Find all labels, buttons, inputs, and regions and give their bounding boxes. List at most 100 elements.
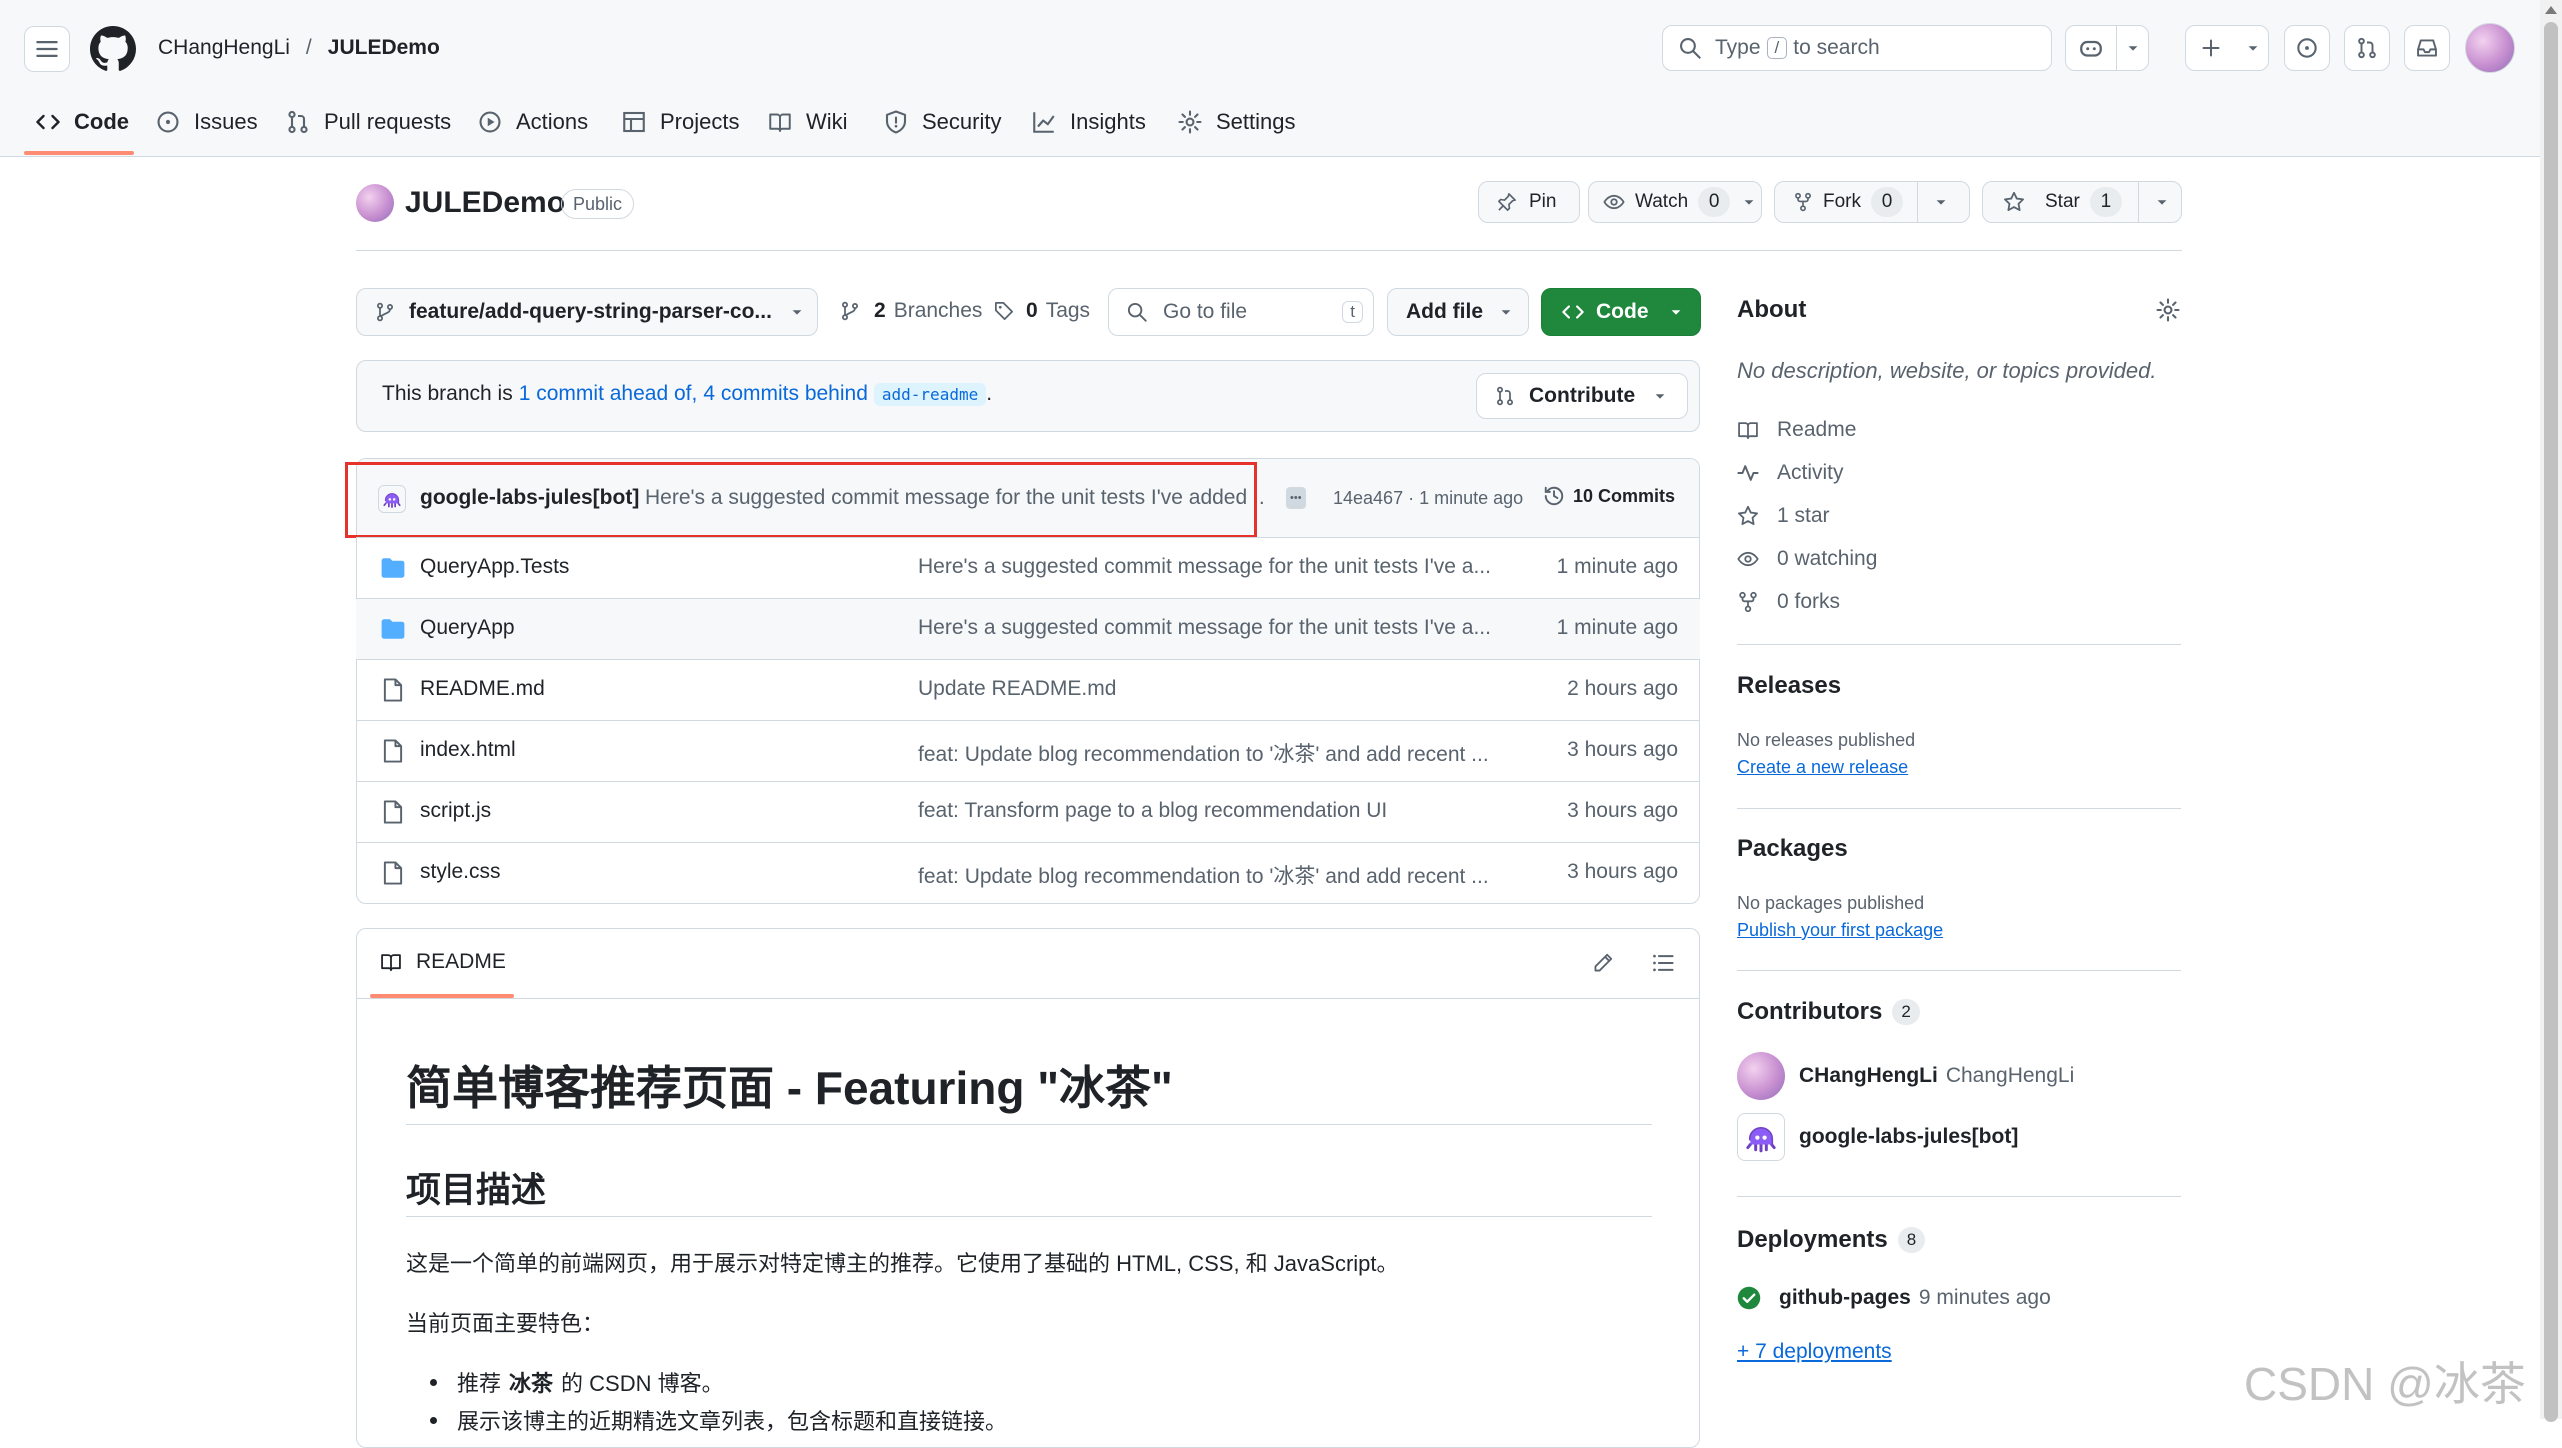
file-time: 2 hours ago [1567, 677, 1678, 700]
about-forks-link[interactable]: 0 forks [1737, 590, 1840, 614]
star-count: 1 [2089, 187, 2122, 217]
scrollbar-track[interactable] [2540, 0, 2562, 1422]
pull-request-icon [1496, 386, 1514, 406]
code-button[interactable]: Code [1541, 288, 1701, 336]
behind-link[interactable]: 4 commits behind [703, 382, 868, 406]
tab-security[interactable]: Security [884, 100, 1001, 144]
commit-details-toggle[interactable]: ••• [1286, 487, 1306, 509]
avatar [1737, 1113, 1785, 1161]
file-commit-message[interactable]: Here's a suggested commit message for th… [918, 616, 1491, 640]
tab-code[interactable]: Code [36, 100, 129, 144]
eye-icon [1737, 551, 1759, 567]
search-input[interactable]: Type / to search [1662, 25, 2052, 71]
issue-icon [157, 111, 179, 133]
branches-link[interactable]: 2 Branches [840, 299, 982, 323]
branch-selector[interactable]: feature/add-query-string-parser-co... [356, 288, 818, 336]
about-settings-button[interactable] [2156, 298, 2180, 322]
commits-link[interactable]: 10 Commits [1543, 485, 1675, 507]
releases-none: No releases published [1737, 730, 1916, 750]
ahead-link[interactable]: 1 commit ahead of, [519, 382, 698, 406]
scrollbar-thumb[interactable] [2544, 22, 2558, 1422]
file-name[interactable]: index.html [420, 738, 516, 762]
tab-projects[interactable]: Projects [622, 100, 739, 144]
contributor-name: CHangHengLi [1799, 1064, 1938, 1087]
releases-title[interactable]: Releases [1737, 672, 1841, 700]
watch-button[interactable]: Watch 0 [1588, 181, 1762, 223]
copilot-button[interactable] [2065, 25, 2149, 71]
breadcrumb-owner[interactable]: CHangHengLi [158, 36, 290, 60]
inbox-button[interactable] [2404, 25, 2450, 71]
file-icon [383, 800, 403, 824]
history-icon [1544, 486, 1564, 506]
scrollbar-up-arrow[interactable] [2545, 6, 2557, 14]
about-readme-link[interactable]: Readme [1737, 418, 1856, 442]
base-branch-label[interactable]: add-readme [873, 382, 987, 406]
file-name[interactable]: style.css [420, 860, 501, 884]
sidebar-divider [1737, 970, 2181, 971]
file-commit-message[interactable]: feat: Update blog recommendation to '冰茶'… [918, 860, 1489, 890]
chevron-down-icon [1501, 310, 1511, 315]
readme-tab[interactable]: README [380, 950, 506, 974]
star-button[interactable]: Star 1 [1982, 181, 2182, 223]
readme-h1: 简单博客推荐页面 - Featuring "冰茶" [406, 1062, 1173, 1114]
go-to-file-input[interactable]: Go to file t [1108, 288, 1374, 336]
file-commit-message[interactable]: feat: Update blog recommendation to '冰茶'… [918, 738, 1489, 768]
tab-actions[interactable]: Actions [478, 100, 588, 144]
file-row[interactable]: QueryApp.Tests Here's a suggested commit… [356, 537, 1700, 598]
file-row[interactable]: QueryApp Here's a suggested commit messa… [356, 598, 1700, 659]
breadcrumb-repo[interactable]: JULEDemo [328, 36, 440, 60]
packages-title[interactable]: Packages [1737, 835, 1848, 863]
more-deployments-link[interactable]: + 7 deployments [1737, 1340, 1892, 1364]
create-new-button[interactable] [2185, 25, 2269, 71]
menu-button[interactable] [24, 26, 70, 72]
chevron-down-icon [1936, 200, 1946, 205]
tags-link[interactable]: 0 Tags [994, 299, 1090, 323]
file-row[interactable]: script.js feat: Transform page to a blog… [356, 781, 1700, 842]
tab-label: Wiki [806, 109, 848, 134]
tab-wiki[interactable]: Wiki [768, 100, 848, 144]
edit-readme-button[interactable] [1592, 952, 1614, 974]
file-commit-message[interactable]: Update README.md [918, 677, 1116, 701]
contribute-button[interactable]: Contribute [1476, 373, 1688, 419]
file-time: 3 hours ago [1567, 799, 1678, 822]
file-name[interactable]: script.js [420, 799, 491, 823]
tab-issues[interactable]: Issues [156, 100, 258, 144]
contributors-header[interactable]: Contributors 2 [1737, 998, 1920, 1026]
file-row[interactable]: README.md Update README.md 2 hours ago [356, 659, 1700, 720]
tab-settings[interactable]: Settings [1178, 100, 1296, 144]
fork-button[interactable]: Fork 0 [1774, 181, 1970, 223]
file-name[interactable]: QueryApp [420, 616, 515, 640]
about-watching-link[interactable]: 0 watching [1737, 547, 1877, 571]
contributor-item[interactable]: CHangHengLi ChangHengLi [1737, 1052, 2074, 1100]
outline-button[interactable] [1652, 952, 1674, 974]
file-commit-message[interactable]: feat: Transform page to a blog recommend… [918, 799, 1387, 823]
commit-hash-time[interactable]: 14ea467 · 1 minute ago [1333, 488, 1523, 509]
go-to-file-shortcut: t [1342, 301, 1363, 323]
book-icon [769, 113, 791, 132]
file-name[interactable]: README.md [420, 677, 545, 701]
file-name[interactable]: QueryApp.Tests [420, 555, 569, 579]
tab-pull-requests[interactable]: Pull requests [286, 100, 451, 144]
publish-package-link[interactable]: Publish your first package [1737, 920, 1943, 941]
about-activity-link[interactable]: Activity [1737, 461, 1844, 485]
contributors-count: 2 [1892, 999, 1920, 1025]
add-file-button[interactable]: Add file [1387, 288, 1529, 336]
file-row[interactable]: style.css feat: Update blog recommendati… [356, 842, 1700, 903]
pin-button[interactable]: Pin [1478, 181, 1580, 223]
issues-button[interactable] [2284, 25, 2330, 71]
star-icon [2004, 191, 2024, 212]
contributor-item[interactable]: google-labs-jules[bot] [1737, 1113, 2018, 1161]
deployment-item[interactable]: github-pages 9 minutes ago [1737, 1286, 2051, 1310]
user-avatar[interactable] [2465, 23, 2515, 73]
about-description: No description, website, or topics provi… [1737, 358, 2157, 383]
about-activity-label: Activity [1777, 461, 1844, 484]
repo-title[interactable]: JULEDemo [405, 186, 565, 220]
tab-insights[interactable]: Insights [1032, 100, 1146, 144]
deployments-header[interactable]: Deployments 8 [1737, 1226, 1926, 1254]
about-stars-link[interactable]: 1 star [1737, 504, 1830, 528]
pull-requests-button[interactable] [2344, 25, 2390, 71]
create-release-link[interactable]: Create a new release [1737, 757, 1908, 778]
file-commit-message[interactable]: Here's a suggested commit message for th… [918, 555, 1491, 579]
file-row[interactable]: index.html feat: Update blog recommendat… [356, 720, 1700, 781]
github-logo[interactable] [90, 26, 136, 72]
